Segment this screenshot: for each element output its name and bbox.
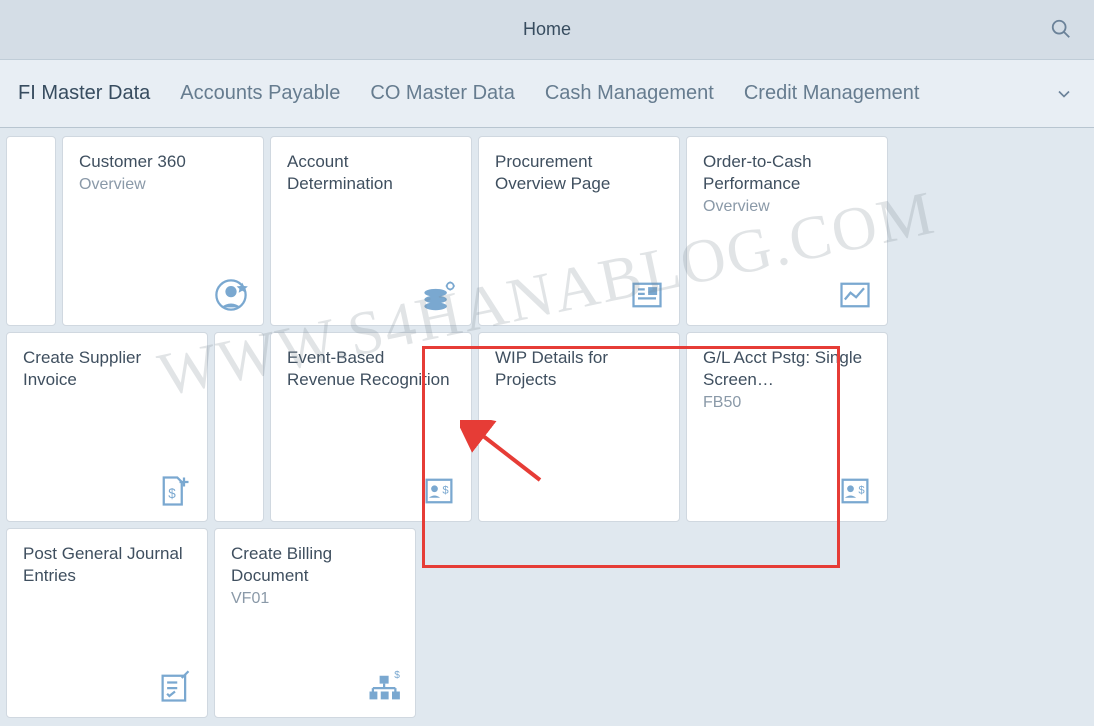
contact-dollar-icon: $: [837, 473, 873, 509]
tile-title: Account Determination: [287, 151, 455, 195]
contact-dollar-icon: $: [421, 473, 457, 509]
tile-subtitle: Overview: [703, 197, 871, 218]
tab-co-master-data[interactable]: CO Master Data: [370, 82, 514, 105]
chevron-down-icon: [1054, 84, 1074, 104]
search-icon: [1050, 18, 1072, 40]
tile-title: G/L Acct Pstg: Single Screen…: [703, 347, 871, 391]
page-title: Home: [523, 19, 571, 40]
tab-credit-management[interactable]: Credit Management: [744, 82, 920, 105]
tile-partial-left2[interactable]: [214, 332, 264, 522]
tile-procurement-overview[interactable]: Procurement Overview Page: [478, 136, 680, 326]
checklist-edit-icon: [157, 669, 193, 705]
app-header: Home: [0, 0, 1094, 60]
tab-fi-master-data[interactable]: FI Master Data: [18, 82, 150, 105]
svg-text:$: $: [394, 670, 400, 681]
tile-title: Event-Based Revenue Recognition: [287, 347, 455, 391]
user-star-icon: [213, 277, 249, 313]
tile-subtitle: Overview: [79, 175, 247, 196]
tab-accounts-payable[interactable]: Accounts Payable: [180, 82, 340, 105]
tile-wip-details[interactable]: WIP Details for Projects: [478, 332, 680, 522]
tile-account-determination[interactable]: Account Determination: [270, 136, 472, 326]
tile-subtitle: VF01: [231, 589, 399, 610]
tab-cash-management[interactable]: Cash Management: [545, 82, 714, 105]
tabs-expand-button[interactable]: [1054, 84, 1074, 109]
search-button[interactable]: [1050, 18, 1074, 42]
tile-event-based-revenue[interactable]: Event-Based Revenue Recognition $: [270, 332, 472, 522]
tile-post-journal-entries[interactable]: Post General Journal Entries: [6, 528, 208, 718]
coins-gear-icon: [421, 277, 457, 313]
tile-partial-left[interactable]: [6, 136, 56, 326]
tile-order-to-cash[interactable]: Order-to-Cash Performance Overview: [686, 136, 888, 326]
svg-text:$: $: [858, 484, 865, 496]
tile-title: Create Supplier Invoice: [23, 347, 191, 391]
tabs-bar: FI Master Data Accounts Payable CO Maste…: [0, 60, 1094, 128]
invoice-plus-icon: $: [157, 473, 193, 509]
tile-title: Procurement Overview Page: [495, 151, 663, 195]
org-dollar-icon: $: [365, 669, 401, 705]
svg-text:$: $: [442, 484, 449, 496]
tile-create-billing-document[interactable]: Create Billing Document VF01 $: [214, 528, 416, 718]
chart-icon: [837, 277, 873, 313]
news-icon: [629, 277, 665, 313]
tile-title: Customer 360: [79, 151, 247, 173]
tile-title: WIP Details for Projects: [495, 347, 663, 391]
tile-gl-acct-posting[interactable]: G/L Acct Pstg: Single Screen… FB50 $: [686, 332, 888, 522]
tile-subtitle: FB50: [703, 393, 871, 414]
tile-title: Post General Journal Entries: [23, 543, 191, 587]
tile-title: Order-to-Cash Performance: [703, 151, 871, 195]
tile-create-supplier-invoice[interactable]: Create Supplier Invoice $: [6, 332, 208, 522]
tiles-container: Customer 360 Overview Account Determinat…: [0, 128, 1094, 726]
tile-customer-360[interactable]: Customer 360 Overview: [62, 136, 264, 326]
svg-text:$: $: [168, 486, 176, 501]
tile-title: Create Billing Document: [231, 543, 399, 587]
